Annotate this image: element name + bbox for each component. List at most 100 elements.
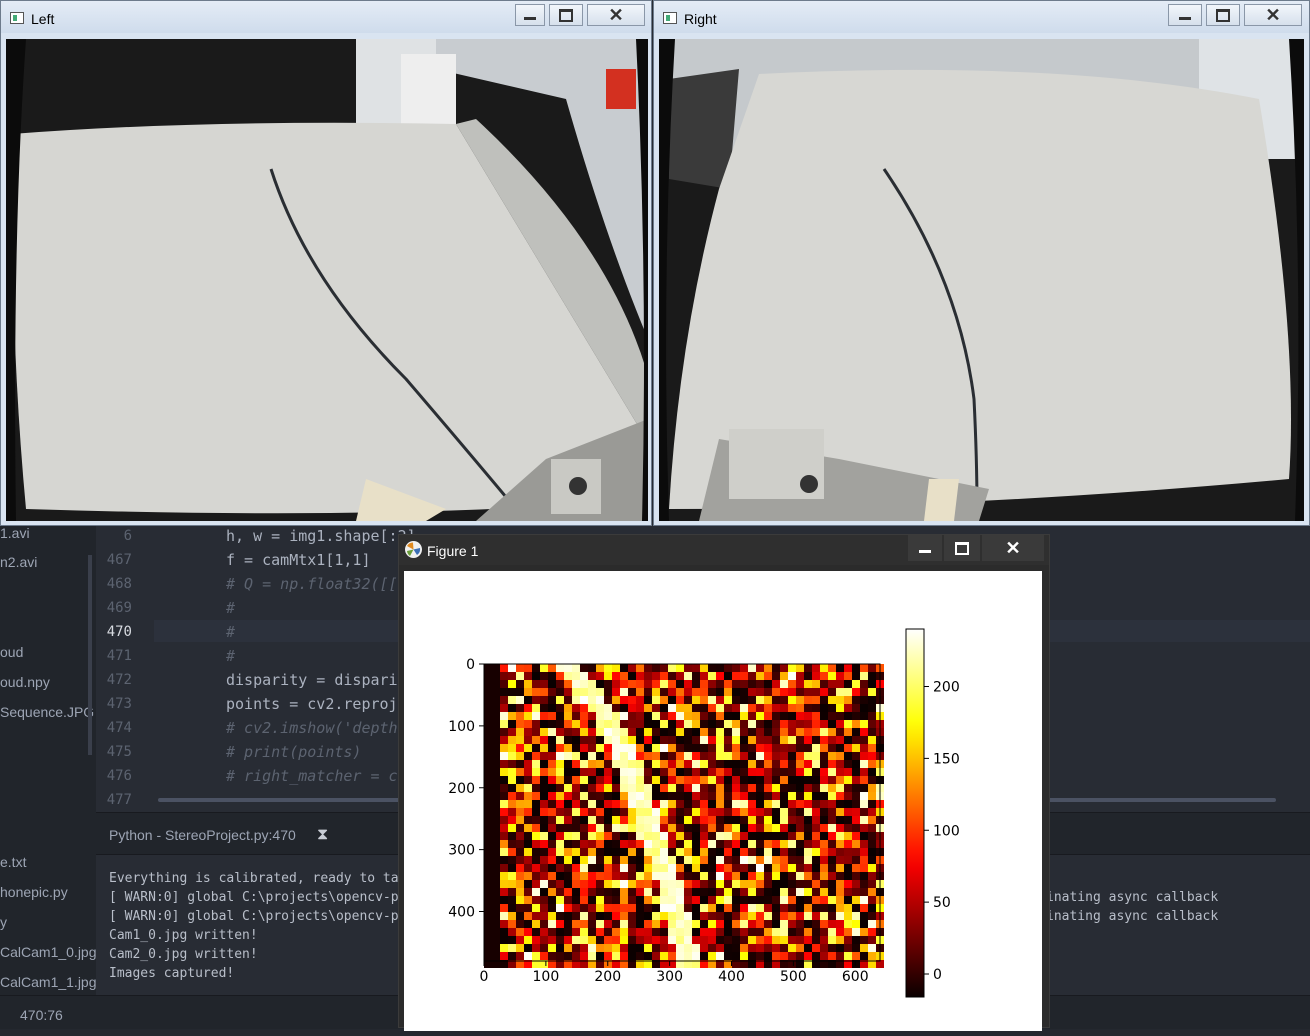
window-title: Figure 1 bbox=[427, 543, 479, 559]
code-line[interactable]: # print(points) bbox=[226, 743, 361, 761]
right-camera-frame bbox=[659, 39, 1304, 521]
window-title: Left bbox=[31, 11, 55, 27]
x-tick-label: 100 bbox=[533, 969, 560, 985]
tree-item[interactable]: oud bbox=[0, 644, 23, 660]
close-icon: ✕ bbox=[1265, 5, 1281, 25]
close-button[interactable]: ✕ bbox=[982, 535, 1044, 561]
window-app-icon bbox=[10, 12, 24, 24]
code-line[interactable]: # cv2.imshow('depth bbox=[226, 719, 398, 737]
code-line[interactable]: # [ bbox=[226, 647, 407, 665]
cursor-position[interactable]: 470:76 bbox=[20, 1007, 63, 1023]
code-line[interactable]: # right_matcher = c bbox=[226, 767, 398, 785]
line-number: 467 bbox=[106, 552, 132, 568]
line-number: 468 bbox=[106, 576, 132, 592]
code-line[interactable]: points = cv2.reproj bbox=[226, 695, 398, 713]
y-tick-label: 400 bbox=[448, 905, 475, 921]
window-titlebar[interactable]: Figure 1 ✕ bbox=[399, 535, 1049, 565]
window-title: Right bbox=[684, 11, 717, 27]
output-line: Everything is calibrated, ready to tak bbox=[109, 871, 407, 886]
maximize-icon bbox=[559, 9, 573, 22]
tree-item[interactable]: 1.avi bbox=[0, 525, 30, 541]
output-line: Images captured! bbox=[109, 966, 235, 981]
output-line: Cam2_0.jpg written! bbox=[109, 947, 258, 962]
minimize-icon bbox=[524, 17, 536, 20]
output-line: Cam1_0.jpg written! bbox=[109, 928, 258, 943]
code-line[interactable]: h, w = img1.shape[:2] bbox=[226, 527, 416, 545]
colorbar-tick-label: 0 bbox=[933, 967, 942, 983]
code-line[interactable]: f = camMtx1[1,1] bbox=[226, 551, 371, 569]
figure-canvas: 0 100 200 300 400 500 600 0 100 200 300 400 0 50 100 15… bbox=[404, 571, 1042, 1031]
colorbar-tick-label: 150 bbox=[933, 751, 960, 767]
file-tree: 1.avi n2.avi oud oud.npy Sequence.JPG e.… bbox=[0, 520, 97, 995]
matplotlib-logo-icon bbox=[405, 541, 422, 558]
line-number: 474 bbox=[106, 720, 132, 736]
y-tick-label: 300 bbox=[448, 843, 475, 859]
code-line[interactable]: # [ bbox=[226, 599, 407, 617]
figure-window[interactable]: Figure 1 ✕ 0 100 200 300 400 500 600 0 100 200 300… bbox=[398, 534, 1050, 1031]
colorbar bbox=[905, 628, 925, 998]
code-line[interactable]: # Q = np.float32([[ bbox=[226, 575, 398, 593]
colorbar-tick-label: 200 bbox=[933, 680, 960, 696]
tree-item[interactable]: honepic.py bbox=[0, 884, 68, 900]
x-tick-label: 500 bbox=[780, 969, 807, 985]
maximize-icon bbox=[955, 542, 969, 555]
maximize-button[interactable] bbox=[1206, 4, 1240, 26]
heatmap-image bbox=[484, 664, 884, 968]
close-button[interactable]: ✕ bbox=[587, 4, 645, 26]
output-line: [ WARN:0] global C:\projects\opencv-py bbox=[109, 909, 407, 924]
output-line-tail: inating async callback bbox=[1046, 890, 1219, 905]
y-tick-label: 200 bbox=[448, 781, 475, 797]
tree-item[interactable]: e.txt bbox=[0, 854, 26, 870]
line-number: 472 bbox=[106, 672, 132, 688]
minimize-button[interactable] bbox=[515, 4, 545, 26]
x-tick-label: 600 bbox=[842, 969, 869, 985]
minimize-button[interactable] bbox=[908, 535, 942, 561]
left-camera-frame bbox=[6, 39, 648, 521]
tree-item[interactable]: y bbox=[0, 914, 7, 930]
colorbar-tick-label: 50 bbox=[933, 895, 951, 911]
panel-title: Python - StereoProject.py:470 bbox=[109, 827, 296, 843]
maximize-icon bbox=[1216, 9, 1230, 22]
close-button[interactable]: ✕ bbox=[1244, 4, 1302, 26]
x-tick-label: 300 bbox=[656, 969, 683, 985]
close-icon: ✕ bbox=[1005, 538, 1021, 558]
y-tick-label: 0 bbox=[466, 657, 475, 673]
line-number: 476 bbox=[106, 768, 132, 784]
right-camera-image bbox=[659, 39, 1304, 521]
maximize-button[interactable] bbox=[549, 4, 583, 26]
minimize-icon bbox=[919, 550, 931, 553]
window-titlebar[interactable]: Right ✕ bbox=[654, 1, 1309, 33]
line-number: 469 bbox=[106, 600, 132, 616]
line-number: 470 bbox=[106, 624, 132, 640]
tree-item[interactable]: CalCam1_1.jpg bbox=[0, 974, 97, 990]
output-line-tail: inating async callback bbox=[1046, 909, 1219, 924]
disparity-chart: 0 100 200 300 400 500 600 0 100 200 300 400 0 50 100 15… bbox=[448, 628, 960, 998]
line-number: 471 bbox=[106, 648, 132, 664]
code-line[interactable]: # [ bbox=[226, 623, 407, 641]
right-camera-window[interactable]: Right ✕ bbox=[653, 0, 1310, 526]
code-line[interactable]: disparity = disparit bbox=[226, 671, 407, 689]
y-tick-label: 100 bbox=[448, 719, 475, 735]
maximize-button[interactable] bbox=[944, 535, 980, 561]
left-camera-image bbox=[6, 39, 648, 521]
hourglass-icon: ⧗ bbox=[317, 826, 329, 843]
colorbar-tick-label: 100 bbox=[933, 823, 960, 839]
line-number: 6 bbox=[123, 528, 132, 544]
window-app-icon bbox=[663, 12, 677, 24]
left-camera-window[interactable]: Left ✕ bbox=[0, 0, 652, 526]
tree-item[interactable]: n2.avi bbox=[0, 554, 37, 570]
window-titlebar[interactable]: Left ✕ bbox=[1, 1, 651, 33]
line-number: 475 bbox=[106, 744, 132, 760]
minimize-button[interactable] bbox=[1168, 4, 1202, 26]
tree-scrollbar[interactable] bbox=[88, 555, 92, 755]
x-tick-label: 400 bbox=[718, 969, 745, 985]
close-icon: ✕ bbox=[608, 5, 624, 25]
x-tick-label: 0 bbox=[480, 969, 489, 985]
line-number: 473 bbox=[106, 696, 132, 712]
minimize-icon bbox=[1179, 17, 1191, 20]
output-line: [ WARN:0] global C:\projects\opencv-py bbox=[109, 890, 407, 905]
line-number: 477 bbox=[106, 792, 132, 808]
tree-item[interactable]: Sequence.JPG bbox=[0, 704, 94, 720]
tree-item[interactable]: oud.npy bbox=[0, 674, 50, 690]
tree-item[interactable]: CalCam1_0.jpg bbox=[0, 944, 97, 960]
